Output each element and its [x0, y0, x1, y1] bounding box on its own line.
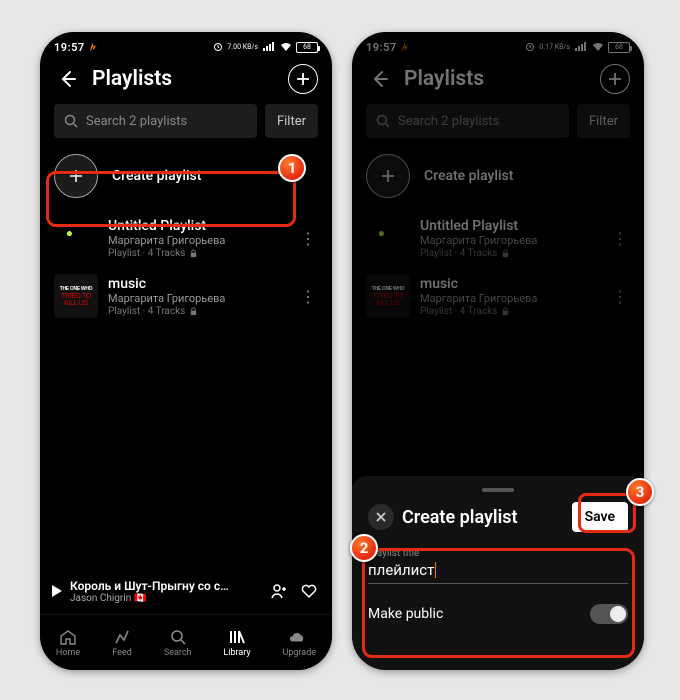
close-icon — [375, 511, 387, 523]
add-playlist-button[interactable] — [600, 64, 630, 94]
clock: 19:57 — [366, 41, 397, 54]
now-playing-bar[interactable]: Король и Шут-Прыгну со с… Jason Chigrin🇨… — [40, 568, 332, 614]
filter-button[interactable]: Filter — [265, 104, 318, 138]
signal-icon — [574, 42, 588, 52]
like-button[interactable] — [298, 580, 320, 602]
lock-icon — [189, 249, 198, 258]
playlist-thumbnail: THE ONE WHOTRIED TOKILL US — [54, 274, 98, 318]
cloud-icon — [289, 631, 309, 643]
callout-badge-3: 3 — [626, 478, 654, 506]
callout-badge-2: 2 — [350, 534, 378, 562]
search-placeholder: Search 2 playlists — [86, 114, 187, 129]
plus-icon — [608, 72, 622, 86]
clock: 19:57 — [54, 41, 85, 54]
back-button[interactable] — [366, 65, 394, 93]
nav-home[interactable]: Home — [56, 628, 80, 658]
plus-icon — [380, 168, 396, 184]
alarm-icon — [213, 42, 223, 52]
back-button[interactable] — [54, 65, 82, 93]
playlist-meta: Playlist · 4 Tracks — [108, 306, 185, 317]
sheet-grip[interactable] — [482, 488, 514, 492]
cast-button[interactable] — [268, 580, 290, 602]
playlist-title-input[interactable]: плейлист — [368, 559, 628, 584]
playlist-more-button[interactable]: ⋮ — [612, 229, 630, 248]
lock-icon — [189, 307, 198, 316]
lock-icon — [501, 249, 510, 258]
nav-feed[interactable]: Feed — [112, 628, 132, 658]
playlist-thumbnail: THE ONE WHOTRIED TOKILL US — [366, 274, 410, 318]
soundcloud-indicator-icon — [402, 42, 408, 53]
playlist-author: Маргарита Григорьева — [108, 234, 290, 248]
arrow-left-icon — [370, 69, 390, 89]
search-icon — [376, 114, 390, 128]
nowplaying-artist: Jason Chigrin — [70, 593, 131, 604]
playlist-more-button[interactable]: ⋮ — [612, 287, 630, 306]
playlist-row[interactable]: Untitled Playlist Маргарита Григорьева P… — [352, 212, 644, 270]
net-speed: 7.00 KB/s — [227, 44, 258, 51]
search-icon — [64, 114, 78, 128]
signal-icon — [262, 42, 276, 52]
playlist-author: Маргарита Григорьева — [108, 292, 290, 306]
wifi-icon — [280, 42, 292, 52]
flag-icon: 🇨🇦 — [134, 593, 146, 604]
search-input[interactable]: Search 2 playlists — [54, 104, 257, 138]
playlist-row[interactable]: Untitled Playlist Маргарита Григорьева P… — [40, 212, 332, 270]
make-public-label: Make public — [368, 606, 443, 622]
plus-icon — [68, 168, 84, 184]
nav-upgrade[interactable]: Upgrade — [282, 628, 316, 658]
playlist-title: Untitled Playlist — [108, 218, 290, 234]
phone-screenshot-1: 19:57 7.00 KB/s 68 Playlists — [40, 32, 332, 670]
playlist-title: music — [108, 276, 290, 292]
callout-badge-1: 1 — [278, 154, 306, 182]
wifi-icon — [592, 42, 604, 52]
create-playlist-icon-button[interactable] — [366, 154, 410, 198]
playlist-thumbnail — [54, 216, 98, 260]
sheet-title: Create playlist — [402, 507, 564, 528]
nav-library[interactable]: Library — [223, 628, 250, 658]
playlist-more-button[interactable]: ⋮ — [300, 229, 318, 248]
playlist-meta: Playlist · 4 Tracks — [108, 248, 185, 259]
battery-icon: 68 — [296, 42, 318, 53]
sheet-close-button[interactable] — [368, 504, 394, 530]
filter-button[interactable]: Filter — [577, 104, 630, 138]
nowplaying-title: Король и Шут-Прыгну со с… — [70, 579, 260, 593]
playlist-row[interactable]: THE ONE WHOTRIED TOKILL US music Маргари… — [352, 270, 644, 328]
battery-icon: 68 — [608, 42, 630, 53]
playlist-title-label: Playlist title — [368, 548, 628, 559]
add-playlist-button[interactable] — [288, 64, 318, 94]
net-speed: 0.17 KB/s — [539, 44, 570, 51]
nav-search[interactable]: Search — [164, 628, 192, 658]
status-bar: 19:57 7.00 KB/s 68 — [40, 32, 332, 58]
create-playlist-sheet: Create playlist Save Playlist title плей… — [352, 476, 644, 670]
page-title: Playlists — [92, 67, 278, 91]
plus-icon — [296, 72, 310, 86]
home-icon — [59, 629, 77, 645]
playlist-more-button[interactable]: ⋮ — [300, 287, 318, 306]
phone-screenshot-2: 19:57 0.17 KB/s 68 Playlists — [352, 32, 644, 670]
play-icon[interactable] — [52, 585, 62, 597]
lock-icon — [501, 307, 510, 316]
create-playlist-icon-button[interactable] — [54, 154, 98, 198]
make-public-toggle[interactable] — [590, 604, 628, 624]
bottom-nav: Home Feed Search Library Upgrade — [40, 614, 332, 670]
search-icon — [170, 629, 186, 645]
arrow-left-icon — [58, 69, 78, 89]
text-cursor — [435, 562, 436, 578]
status-bar: 19:57 0.17 KB/s 68 — [352, 32, 644, 58]
search-input[interactable]: Search 2 playlists — [366, 104, 569, 138]
create-playlist-label: Create playlist — [112, 168, 201, 184]
save-button[interactable]: Save — [572, 502, 628, 532]
library-icon — [228, 629, 246, 645]
user-plus-icon — [270, 583, 288, 599]
page-title: Playlists — [404, 67, 590, 91]
soundcloud-indicator-icon — [90, 42, 96, 53]
playlist-thumbnail — [366, 216, 410, 260]
create-playlist-row[interactable]: Create playlist — [352, 150, 644, 212]
alarm-icon — [525, 42, 535, 52]
heart-icon — [300, 583, 318, 599]
playlist-row[interactable]: THE ONE WHOTRIED TOKILL US music Маргари… — [40, 270, 332, 328]
feed-icon — [113, 629, 131, 645]
